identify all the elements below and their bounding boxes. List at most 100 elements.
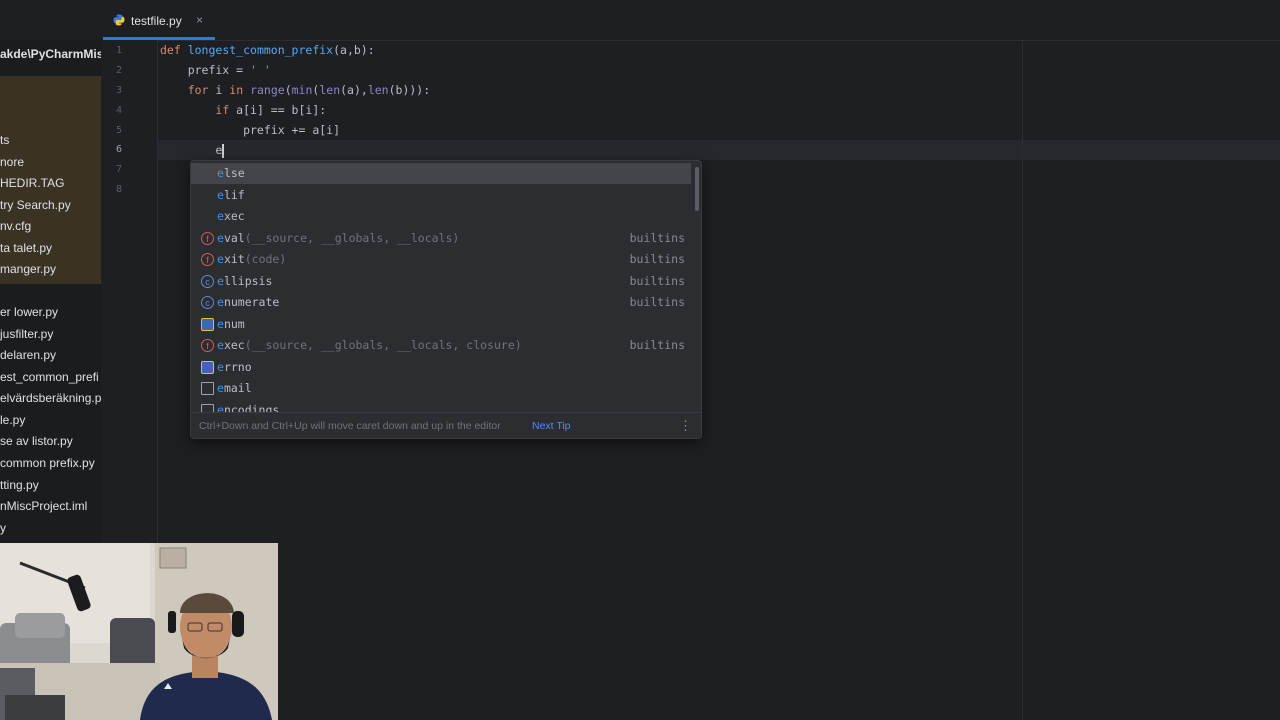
- editor-tab-bar: testfile.py ×: [0, 0, 1280, 41]
- completion-label: eval(__source, __globals, __locals): [217, 228, 459, 249]
- completion-rest: xit: [223, 252, 245, 266]
- completion-label: enumerate: [217, 292, 279, 313]
- more-options-icon[interactable]: ⋮: [679, 418, 692, 434]
- completion-list[interactable]: else elif exec f eval(__source, __globals, _…: [191, 163, 701, 412]
- completion-item[interactable]: f exec(__source, __globals, __locals, clo…: [191, 335, 691, 356]
- python-file-icon: [113, 14, 125, 26]
- code-line-1: def longest_common_prefix(a,b):: [160, 40, 375, 60]
- completion-item[interactable]: email: [191, 378, 691, 399]
- match-prefix: e: [217, 230, 224, 245]
- close-tab-icon[interactable]: ×: [196, 13, 203, 27]
- tree-item[interactable]: jusfilter.py: [0, 324, 101, 345]
- tree-item[interactable]: delaren.py: [0, 345, 101, 366]
- completion-item[interactable]: else: [191, 163, 691, 184]
- keyword-in: in: [229, 83, 244, 97]
- completion-rest: lif: [223, 187, 245, 202]
- completion-rest: lse: [223, 166, 245, 180]
- tree-item[interactable]: er lower.py: [0, 302, 101, 323]
- project-tree: akde\PyCharmMis ts nore HEDIR.TAG try Se…: [0, 40, 102, 545]
- match-prefix: e: [217, 359, 224, 374]
- completion-item[interactable]: f eval(__source, __globals, __locals) buil…: [191, 228, 691, 249]
- line-number: 8: [115, 184, 122, 195]
- tree-item[interactable]: common prefix.py: [0, 453, 101, 474]
- completion-footer: Ctrl+Down and Ctrl+Up will move caret do…: [191, 412, 701, 438]
- completion-rest: val: [223, 230, 245, 245]
- code-line-3: for i in range(min(len(a),len(b))):: [160, 80, 430, 100]
- code-line-4: if a[i] == b[i]:: [160, 100, 326, 120]
- next-tip-link[interactable]: Next Tip: [532, 420, 571, 432]
- completion-label: exec(__source, __globals, __locals, clos…: [217, 335, 522, 356]
- tree-item[interactable]: tting.py: [0, 475, 101, 496]
- tree-item[interactable]: nMiscProject.iml: [0, 496, 101, 517]
- completion-item[interactable]: c ellipsis builtins: [191, 271, 691, 292]
- webcam-image: [0, 543, 278, 720]
- match-prefix: e: [217, 166, 224, 180]
- punct: (: [284, 83, 292, 97]
- line-number: 4: [115, 105, 122, 116]
- completion-item[interactable]: errno: [191, 357, 691, 378]
- builtin-min: min: [291, 83, 313, 97]
- code-line-6: e: [160, 140, 222, 160]
- completion-signature: (__source, __globals, __locals): [244, 230, 460, 245]
- function-icon: f: [201, 253, 214, 266]
- tree-item[interactable]: HEDIR.TAG: [0, 173, 101, 194]
- footer-tip-text: Ctrl+Down and Ctrl+Up will move caret do…: [199, 420, 501, 432]
- code-completion-popup[interactable]: else elif exec f eval(__source, __globals, _…: [190, 160, 702, 439]
- completion-label: enum: [217, 314, 245, 335]
- tab-testfile[interactable]: testfile.py ×: [103, 0, 215, 40]
- completion-label: exec: [217, 206, 245, 227]
- package-icon: [201, 403, 214, 412]
- punct: (a),: [340, 83, 368, 97]
- tree-item[interactable]: le.py: [0, 410, 101, 431]
- tree-project-path[interactable]: akde\PyCharmMis: [0, 44, 101, 65]
- tree-item[interactable]: est_common_prefi: [0, 367, 101, 388]
- keyword-def: def: [160, 43, 188, 57]
- line-number: 2: [115, 65, 122, 76]
- assignment: prefix =: [160, 63, 251, 77]
- builtin-len: len: [367, 83, 389, 97]
- completion-label: encodings: [217, 400, 279, 413]
- tree-item[interactable]: elvärdsberäkning.p: [0, 388, 101, 409]
- match-prefix: e: [217, 209, 224, 223]
- match-prefix: e: [217, 338, 224, 352]
- tree-item[interactable]: try Search.py: [0, 195, 101, 216]
- statement: prefix += a[i]: [160, 123, 341, 137]
- class-icon: c: [201, 296, 214, 309]
- completion-source: builtins: [629, 295, 685, 309]
- builtin-len: len: [319, 83, 341, 97]
- completion-item[interactable]: c enumerate builtins: [191, 292, 691, 313]
- completion-item[interactable]: encodings: [191, 400, 691, 413]
- tree-item[interactable]: ta talet.py: [0, 238, 101, 259]
- completion-label: ellipsis: [217, 271, 272, 292]
- function-icon: f: [201, 231, 214, 245]
- completion-rest: mail: [223, 381, 252, 395]
- text-caret: [222, 144, 224, 158]
- tree-item[interactable]: nv.cfg: [0, 216, 101, 237]
- current-line-highlight: [158, 140, 1280, 160]
- tree-item[interactable]: y: [0, 518, 101, 539]
- tree-item[interactable]: ts: [0, 130, 101, 151]
- completion-source: builtins: [629, 338, 685, 352]
- string-literal: ' ': [250, 63, 271, 77]
- punct: (b))):: [388, 83, 431, 97]
- match-prefix: e: [217, 273, 224, 288]
- completion-rest: llipsis: [223, 273, 273, 288]
- tree-item[interactable]: se av listor.py: [0, 431, 101, 452]
- completion-item[interactable]: elif: [191, 185, 691, 206]
- webcam-overlay: [0, 543, 278, 720]
- match-prefix: e: [217, 381, 224, 395]
- condition: a[i] == b[i]:: [229, 103, 327, 117]
- tree-item[interactable]: nore: [0, 152, 101, 173]
- completion-item[interactable]: enum: [191, 314, 691, 335]
- tree-item[interactable]: manger.py: [0, 259, 101, 280]
- completion-rest: numerate: [223, 295, 280, 309]
- function-name: longest_common_prefix: [187, 43, 334, 57]
- completion-item[interactable]: f exit(code) builtins: [191, 249, 691, 270]
- params: (a,b):: [333, 43, 375, 57]
- completion-item[interactable]: exec: [191, 206, 691, 227]
- code-line-5: prefix += a[i]: [160, 120, 340, 140]
- completion-signature: (code): [244, 252, 287, 266]
- completion-source: builtins: [629, 252, 685, 266]
- completion-scrollbar[interactable]: [695, 167, 699, 211]
